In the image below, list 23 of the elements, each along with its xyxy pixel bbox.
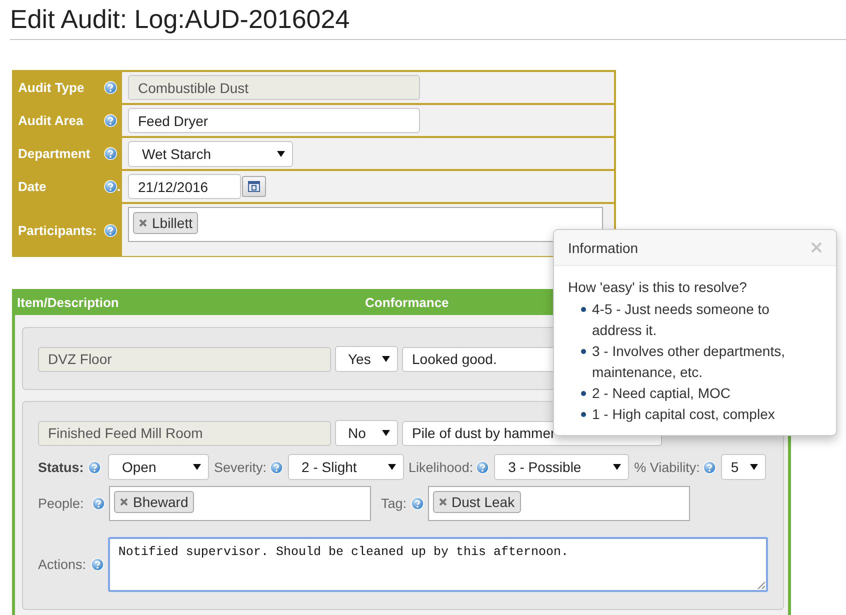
item-description-field: DVZ Floor [38, 346, 331, 372]
field-label: Participants: [18, 222, 97, 238]
column-header: Conformance [365, 294, 449, 310]
readonly-field: Combustible Dust [128, 75, 420, 100]
field-label: Likelihood: [408, 460, 474, 474]
list-item-text: 2 - Need captial, MOC [592, 384, 732, 403]
field-label: % Viability: [634, 460, 700, 474]
period-mark: . [117, 179, 121, 194]
field-label: Audit Area [18, 113, 84, 128]
popover-text: How 'easy' is this to resolve? [568, 278, 748, 297]
popover-title: Information [568, 240, 638, 256]
item-description-field: Finished Feed Mill Room [38, 420, 331, 446]
field-label: Status: [38, 460, 85, 474]
field-label: Date [18, 179, 46, 194]
field-label: People: [38, 496, 85, 511]
field-label: Department [18, 146, 90, 161]
field-label: Tag: [381, 496, 407, 511]
field-label: Audit Type [18, 80, 84, 95]
column-header: Item/Description [17, 294, 120, 310]
field-label: Actions: [38, 557, 88, 572]
list-item-text: 4-5 - Just needs someone to address it. [592, 300, 770, 340]
page-title: Edit Audit: Log:AUD-2016024 [10, 0, 846, 40]
field-label: Severity: [214, 460, 267, 474]
